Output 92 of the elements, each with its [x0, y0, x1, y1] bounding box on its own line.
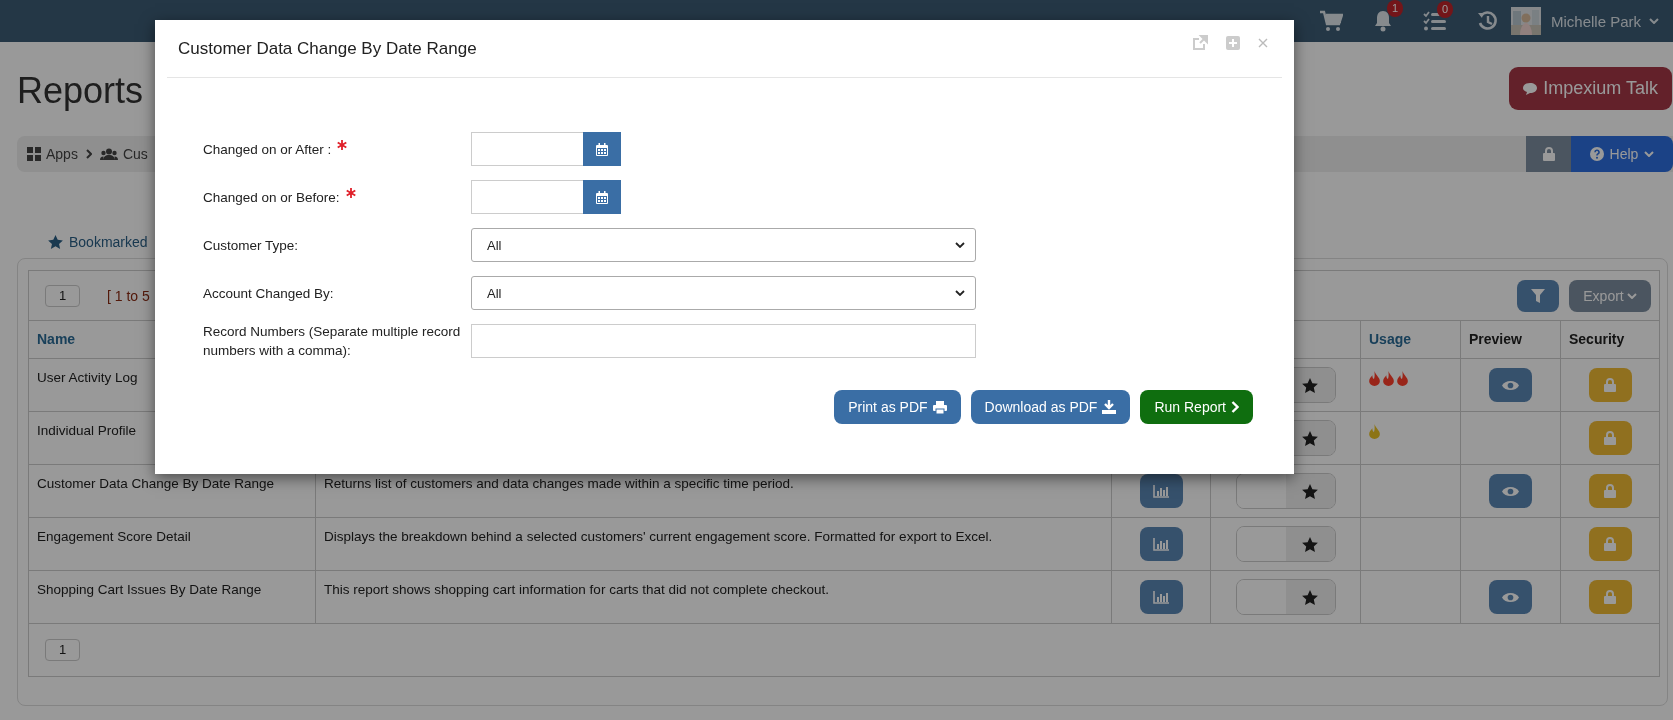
bookmark-toggle[interactable] — [1235, 579, 1336, 615]
page-title: Reports — [17, 70, 144, 112]
star-icon — [1302, 430, 1318, 446]
bar-chart-icon — [1153, 590, 1169, 604]
calendar-button[interactable] — [583, 132, 621, 166]
chart-button[interactable] — [1139, 527, 1183, 561]
column-header[interactable]: Usage — [1361, 321, 1461, 359]
star-icon — [1302, 589, 1318, 605]
preview-button[interactable] — [1489, 474, 1532, 508]
chevron-icon — [1231, 401, 1239, 413]
help-icon — [1589, 147, 1604, 161]
export-button[interactable]: Export — [1569, 279, 1651, 312]
bar-chart-icon — [1153, 484, 1169, 498]
security-button[interactable] — [1588, 474, 1632, 508]
security-button[interactable] — [1588, 368, 1632, 402]
external-link-icon[interactable] — [1192, 34, 1208, 51]
page-number[interactable]: 1 — [45, 284, 80, 307]
chart-button[interactable] — [1139, 474, 1183, 508]
security-button[interactable] — [1588, 527, 1632, 561]
security-button[interactable] — [1588, 421, 1632, 455]
lock-icon — [1604, 537, 1616, 551]
lock-icon — [1542, 147, 1555, 161]
calendar-icon — [596, 190, 608, 204]
lock-icon — [1604, 590, 1616, 604]
column-header[interactable]: Preview — [1461, 321, 1561, 359]
chat-button[interactable]: Impexium Talk — [1509, 67, 1672, 110]
caret-icon[interactable] — [1649, 18, 1659, 24]
field-label: Customer Type: — [203, 236, 299, 255]
star-icon — [1302, 377, 1318, 393]
caret-icon — [1626, 292, 1637, 299]
download-icon — [1102, 400, 1117, 414]
lock-button[interactable] — [1526, 136, 1571, 172]
eye-icon — [1502, 485, 1519, 497]
chart-button[interactable] — [1139, 580, 1183, 614]
field-label: Changed on or After : — [203, 140, 332, 159]
preview-button[interactable] — [1489, 368, 1532, 402]
star-icon — [1302, 536, 1318, 552]
bookmark-toggle[interactable] — [1235, 473, 1336, 509]
dropdown[interactable]: All — [471, 276, 976, 310]
close-icon[interactable] — [1258, 37, 1268, 48]
grid-icon — [27, 147, 41, 161]
field-label: Changed on or Before: — [203, 188, 340, 207]
report-button[interactable]: Print as PDF — [834, 390, 961, 424]
security-button[interactable] — [1588, 580, 1632, 614]
calendar-icon — [596, 142, 608, 156]
breadcrumb-link[interactable]: Apps — [27, 146, 78, 162]
date-field[interactable] — [471, 180, 583, 214]
bookmark-toggle[interactable] — [1235, 526, 1336, 562]
page-number[interactable]: 1 — [45, 639, 80, 661]
filter-button[interactable] — [1517, 279, 1559, 312]
speech-bubble-icon — [1523, 82, 1538, 95]
chevron-icon — [955, 242, 965, 248]
caret-icon — [1644, 151, 1655, 157]
help-button[interactable]: Help — [1571, 136, 1673, 172]
bar-chart-icon — [1153, 537, 1169, 551]
preview-button[interactable] — [1489, 580, 1532, 614]
lock-icon — [1604, 484, 1616, 498]
dialog-title: Customer Data Change By Date Range — [178, 38, 477, 59]
star-icon — [48, 235, 63, 249]
report-button[interactable]: Download as PDF — [970, 390, 1131, 424]
chevron-icon — [85, 149, 92, 159]
filter-icon — [1531, 288, 1545, 303]
lock-icon — [1604, 378, 1616, 392]
date-field[interactable] — [471, 132, 583, 166]
bell-icon[interactable] — [1372, 10, 1393, 32]
history-icon[interactable] — [1476, 10, 1499, 32]
chevron-icon — [955, 290, 965, 296]
record-range: [ 1 to 5 — [107, 287, 150, 304]
report-name: Engagement Score Detail — [29, 518, 316, 571]
task-count: 0 — [1436, 1, 1453, 18]
user-name[interactable]: Michelle Park — [1550, 12, 1641, 30]
printer-icon — [932, 400, 947, 414]
input-field[interactable] — [471, 324, 976, 358]
cart-icon[interactable] — [1318, 10, 1343, 32]
report-button[interactable]: Run Report — [1140, 390, 1253, 424]
report-name: Shopping Cart Issues By Date Range — [29, 571, 316, 624]
report-description: This report shows shopping cart information for carts that did not complete checkout. — [316, 571, 1112, 624]
eye-icon — [1502, 591, 1519, 603]
field-label: Account Changed By: — [203, 284, 334, 303]
expand-icon[interactable] — [1226, 35, 1240, 50]
bookmarked-tab[interactable]: Bookmarked — [48, 226, 148, 258]
column-header[interactable]: Security — [1561, 321, 1659, 359]
calendar-button[interactable] — [583, 180, 621, 214]
users-icon — [99, 148, 118, 160]
star-icon — [1302, 483, 1318, 499]
notification-count: 1 — [1386, 0, 1403, 17]
report-description: Displays the breakdown behind a selected customers' current engagement score. Formatted for export to Excel. — [316, 518, 1112, 571]
dropdown[interactable]: All — [471, 228, 976, 262]
eye-icon — [1502, 379, 1519, 391]
lock-icon — [1604, 431, 1616, 445]
breadcrumb-link[interactable]: Cus — [99, 146, 148, 162]
field-label: Record Numbers (Separate multiple record numbers with a comma): — [203, 323, 461, 360]
